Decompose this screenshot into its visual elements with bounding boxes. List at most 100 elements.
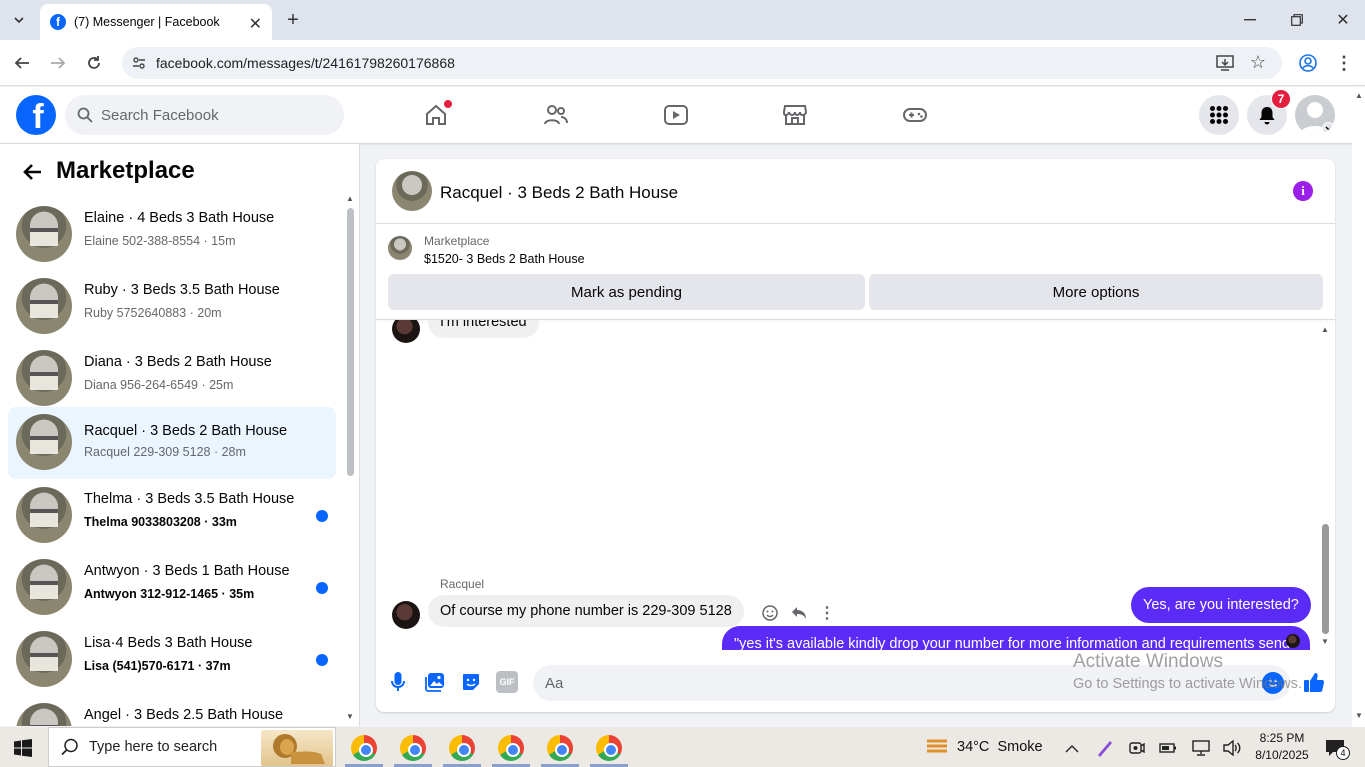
reply-icon[interactable] <box>789 603 809 623</box>
chat-scrollbar[interactable]: ▲ ▼ <box>1320 325 1332 650</box>
clock-time[interactable]: 8:25 PM <box>1256 731 1308 745</box>
nav-gaming-icon[interactable] <box>895 95 935 135</box>
nav-home-icon[interactable] <box>416 95 456 135</box>
active-tab[interactable]: f (7) Messenger | Facebook ✕ <box>40 4 272 40</box>
screen-capture-icon[interactable] <box>1127 738 1147 758</box>
browser-toolbar: facebook.com/messages/t/2416179826017686… <box>0 40 1365 86</box>
listing-title[interactable]: $1520- 3 Beds 2 Bath House <box>424 252 585 266</box>
conversation-title: Thelma · 3 Beds 3.5 Bath House <box>84 491 295 507</box>
conversation-item[interactable]: Antwyon · 3 Beds 1 Bath House Antwyon 31… <box>8 552 336 622</box>
conversation-item[interactable]: Diana · 3 Beds 2 Bath House Diana 956-26… <box>8 343 336 413</box>
sender-avatar <box>392 601 420 629</box>
browser-menu-icon[interactable]: ⋮ <box>1332 51 1356 75</box>
listing-thumbnail <box>16 487 72 543</box>
search-icon <box>77 107 93 123</box>
close-window-icon[interactable]: ✕ <box>1331 8 1355 32</box>
conversation-item[interactable]: Angel · 3 Beds 2.5 Bath House <box>8 696 336 726</box>
conversation-item[interactable]: Thelma · 3 Beds 3.5 Bath House Thelma 90… <box>8 480 336 550</box>
message-input-placeholder: Aa <box>545 674 564 692</box>
chat-scroll-thumb[interactable] <box>1322 524 1329 634</box>
clock-date[interactable]: 8/10/2025 <box>1252 748 1312 762</box>
nav-marketplace-icon[interactable] <box>775 95 815 135</box>
facebook-favicon-icon: f <box>50 14 66 30</box>
sidebar-scroll-thumb[interactable] <box>347 208 354 476</box>
account-avatar[interactable] <box>1295 95 1335 135</box>
tab-search-dropdown-icon[interactable] <box>6 8 32 32</box>
action-center-icon[interactable]: 4 <box>1322 737 1350 760</box>
back-icon[interactable] <box>10 51 34 75</box>
pen-icon[interactable] <box>1095 738 1115 758</box>
chat-header-title[interactable]: Racquel · 3 Beds 2 Bath House <box>440 183 678 203</box>
weather-text[interactable]: 34°C Smoke <box>957 739 1043 755</box>
incoming-message[interactable]: Of course my phone number is 229-309 512… <box>428 595 744 627</box>
page-scrollbar[interactable]: ▲ ▼ <box>1352 87 1365 727</box>
chrome-taskbar-icon[interactable] <box>547 735 573 761</box>
volume-icon[interactable] <box>1222 738 1242 758</box>
chrome-taskbar-icon[interactable] <box>449 735 475 761</box>
conversation-title: Racquel · 3 Beds 2 Bath House <box>84 423 288 439</box>
site-info-icon[interactable] <box>122 56 156 70</box>
conversation-preview: Antwyon 312-912-1465 · 35m <box>84 587 255 601</box>
nav-video-icon[interactable] <box>656 95 696 135</box>
restore-window-icon[interactable] <box>1285 8 1309 32</box>
sidebar-scrollbar[interactable]: ▲ ▼ <box>344 194 356 724</box>
outgoing-message[interactable]: "yes it's available kindly drop your num… <box>722 626 1310 650</box>
sidebar-title: Marketplace <box>56 157 195 184</box>
listing-thumbnail <box>16 350 72 406</box>
unread-dot <box>316 582 328 594</box>
battery-power-icon[interactable] <box>1158 738 1178 758</box>
more-options-button[interactable]: More options <box>869 274 1323 310</box>
account-chevron-icon <box>1322 122 1335 135</box>
conversation-item[interactable]: Ruby · 3 Beds 3.5 Bath House Ruby 575264… <box>8 271 336 341</box>
taskbar-search-input[interactable]: Type here to search <box>48 727 336 767</box>
conversation-preview: Racquel 229-309 5128 · 28m <box>84 445 246 459</box>
chrome-taskbar-icon[interactable] <box>596 735 622 761</box>
install-app-icon[interactable] <box>1216 54 1234 75</box>
unread-dot <box>316 510 328 522</box>
sticker-icon[interactable] <box>460 670 482 694</box>
reload-icon[interactable] <box>82 51 106 75</box>
outgoing-message[interactable]: Yes, are you interested? <box>1131 587 1311 623</box>
minimize-window-icon[interactable] <box>1238 8 1262 32</box>
windows-start-icon[interactable] <box>12 737 34 759</box>
sender-name: Racquel <box>440 577 485 591</box>
incoming-message[interactable]: I'm interested <box>428 320 539 338</box>
show-hidden-icons-chevron-icon[interactable] <box>1063 739 1081 757</box>
bookmark-star-icon[interactable]: ☆ <box>1250 52 1266 73</box>
weather-smoke-icon[interactable] <box>925 737 949 757</box>
chrome-taskbar-icon[interactable] <box>400 735 426 761</box>
mark-as-pending-button[interactable]: Mark as pending <box>388 274 865 310</box>
message-more-icon[interactable]: ⋮ <box>817 603 837 623</box>
network-icon[interactable] <box>1191 738 1211 758</box>
nav-friends-icon[interactable] <box>536 95 576 135</box>
windows-taskbar: Type here to search 34°C Smoke 8:25 PM 8… <box>0 727 1365 767</box>
new-tab-icon[interactable]: + <box>282 8 304 32</box>
facebook-logo-icon[interactable]: f <box>16 95 56 135</box>
search-facebook-input[interactable]: Search Facebook <box>65 95 344 135</box>
notifications-bell-icon[interactable]: 7 <box>1247 89 1291 135</box>
menu-grid-icon[interactable] <box>1199 95 1239 135</box>
notification-badge: 7 <box>1271 89 1291 109</box>
close-tab-icon[interactable]: ✕ <box>249 14 262 34</box>
forward-icon[interactable] <box>46 51 70 75</box>
conversation-info-icon[interactable]: i <box>1293 181 1313 201</box>
conversation-item-active[interactable]: Racquel · 3 Beds 2 Bath House Racquel 22… <box>8 407 336 479</box>
profile-icon[interactable] <box>1296 51 1320 75</box>
like-thumb-icon[interactable] <box>1301 669 1327 695</box>
listing-thumbnail <box>16 414 72 470</box>
search-icon <box>61 738 78 756</box>
conversation-item[interactable]: Elaine · 4 Beds 3 Bath House Elaine 502-… <box>8 199 336 269</box>
chrome-taskbar-icon[interactable] <box>351 735 377 761</box>
action-center-badge: 4 <box>1336 746 1350 760</box>
voice-clip-icon[interactable] <box>388 670 408 694</box>
attach-photo-icon[interactable] <box>424 670 446 694</box>
address-bar[interactable]: facebook.com/messages/t/2416179826017686… <box>122 47 1282 79</box>
react-emoji-icon[interactable] <box>760 603 780 623</box>
chat-header-thumbnail[interactable] <box>392 171 432 211</box>
chrome-taskbar-icon[interactable] <box>498 735 524 761</box>
conversation-item[interactable]: Lisa·4 Beds 3 Bath House Lisa (541)570-6… <box>8 624 336 694</box>
listing-label: Marketplace <box>424 234 490 248</box>
gif-icon[interactable]: GIF <box>496 671 518 693</box>
back-arrow-icon[interactable] <box>18 158 46 186</box>
chat-panel: Racquel · 3 Beds 2 Bath House i Marketpl… <box>376 159 1335 712</box>
